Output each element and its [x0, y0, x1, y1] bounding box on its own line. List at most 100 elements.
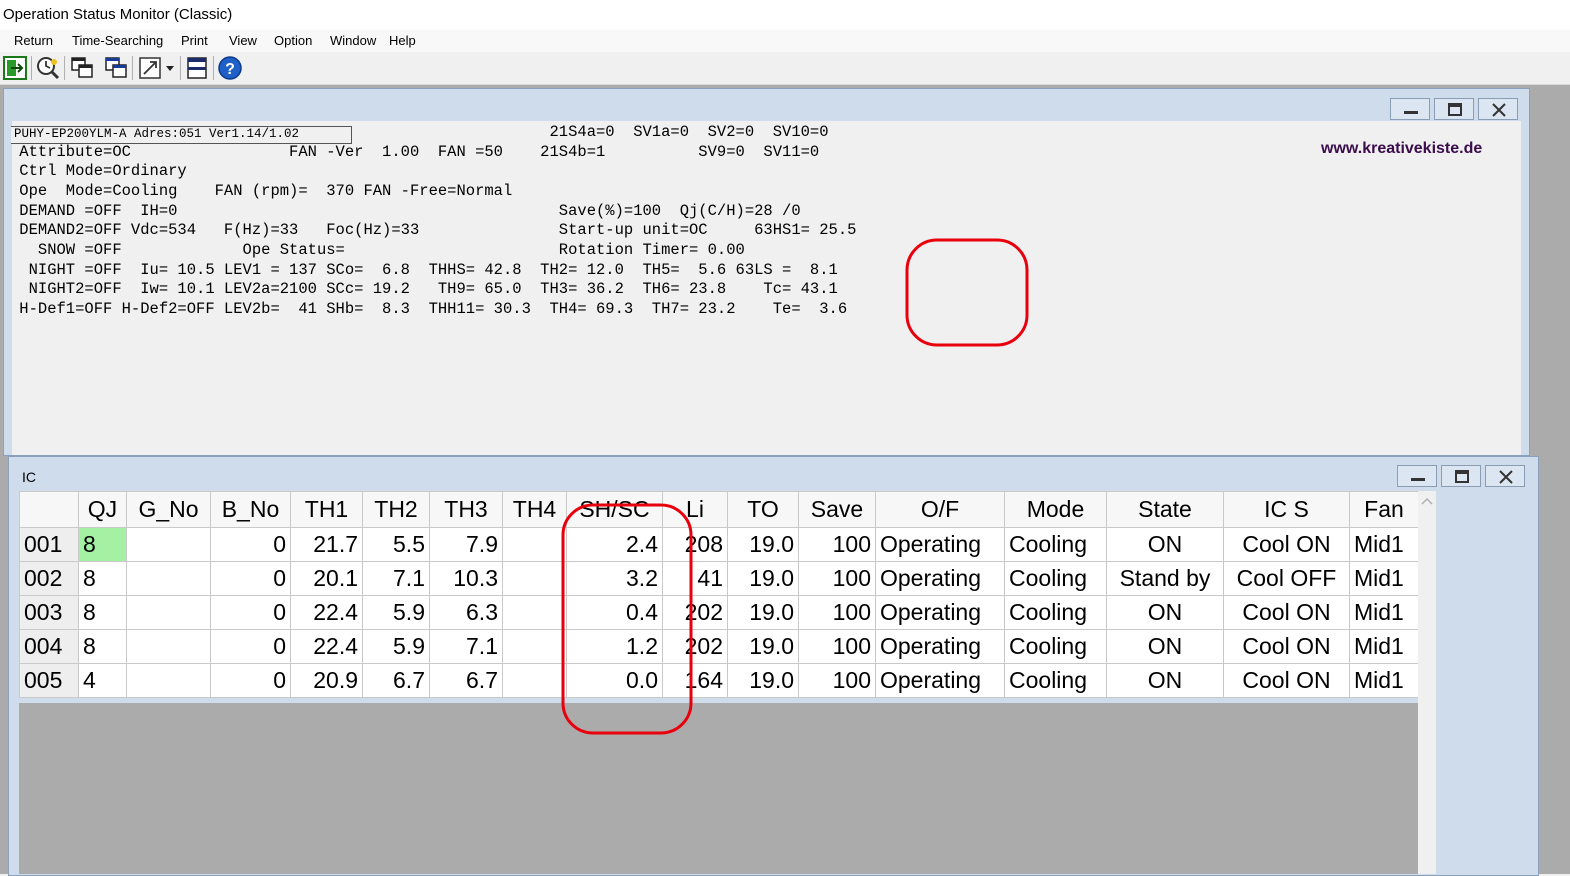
menu-print[interactable]: Print — [181, 33, 208, 48]
grid-cell[interactable]: 10.3 — [429, 561, 503, 596]
grid-cell[interactable]: Cooling — [1004, 663, 1107, 698]
column-header-shsc[interactable]: SH/SC — [566, 491, 663, 528]
time-search-icon[interactable] — [35, 55, 61, 81]
grid-cell[interactable]: 0.0 — [566, 663, 663, 698]
help-icon[interactable]: ? — [217, 55, 243, 81]
table-row[interactable]: 004 8 0 22.4 5.9 7.1 1.2 202 19.0 100 Op… — [19, 629, 1419, 664]
grid-cell[interactable]: Cool ON — [1223, 663, 1350, 698]
grid-cell[interactable]: 6.7 — [429, 663, 503, 698]
grid-cell[interactable]: 100 — [798, 663, 876, 698]
grid-cell[interactable]: 100 — [798, 595, 876, 630]
grid-cell[interactable]: 5.9 — [362, 595, 430, 630]
grid-cell[interactable]: 202 — [662, 595, 728, 630]
column-header-qj[interactable]: QJ — [78, 491, 127, 528]
table-row[interactable]: 001 8 0 21.7 5.5 7.9 2.4 208 19.0 100 Op… — [19, 527, 1419, 562]
menu-view[interactable]: View — [229, 33, 257, 48]
grid-cell[interactable]: 100 — [798, 629, 876, 664]
grid-cell[interactable]: 202 — [662, 629, 728, 664]
grid-cell[interactable]: 0 — [210, 663, 291, 698]
ic-data-grid[interactable]: QJ G_No B_No TH1 TH2 TH3 TH4 SH/SC Li TO… — [19, 491, 1419, 698]
grid-cell[interactable]: Mid1 — [1349, 527, 1419, 562]
grid-cell[interactable]: 100 — [798, 561, 876, 596]
column-header-mode[interactable]: Mode — [1004, 491, 1107, 528]
grid-cell[interactable]: 19.0 — [727, 527, 799, 562]
grid-cell[interactable]: ON — [1106, 595, 1224, 630]
grid-cell[interactable]: ON — [1106, 527, 1224, 562]
grid-cell[interactable]: 8 — [78, 561, 127, 596]
table-row[interactable]: 003 8 0 22.4 5.9 6.3 0.4 202 19.0 100 Op… — [19, 595, 1419, 630]
grid-cell[interactable]: 20.1 — [290, 561, 363, 596]
grid-cell[interactable]: Operating — [875, 663, 1005, 698]
grid-cell[interactable]: 0 — [210, 595, 291, 630]
grid-cell[interactable]: 6.3 — [429, 595, 503, 630]
row-header[interactable]: 005 — [19, 663, 79, 698]
column-header-th4[interactable]: TH4 — [502, 491, 567, 528]
grid-cell[interactable]: Cooling — [1004, 527, 1107, 562]
row-header[interactable]: 004 — [19, 629, 79, 664]
grid-cell[interactable] — [126, 663, 211, 698]
grid-cell[interactable]: 41 — [662, 561, 728, 596]
grid-cell[interactable]: Stand by — [1106, 561, 1224, 596]
restore-button[interactable] — [1434, 98, 1474, 120]
column-header-th1[interactable]: TH1 — [290, 491, 363, 528]
menu-option[interactable]: Option — [274, 33, 312, 48]
grid-cell[interactable] — [502, 561, 567, 596]
column-header-of[interactable]: O/F — [875, 491, 1005, 528]
grid-cell[interactable]: 7.1 — [362, 561, 430, 596]
column-header-state[interactable]: State — [1106, 491, 1224, 528]
grid-cell[interactable]: 4 — [78, 663, 127, 698]
table-row[interactable]: 002 8 0 20.1 7.1 10.3 3.2 41 19.0 100 Op… — [19, 561, 1419, 596]
column-header-li[interactable]: Li — [662, 491, 728, 528]
vertical-scrollbar[interactable] — [1418, 491, 1436, 874]
menu-window[interactable]: Window — [330, 33, 376, 48]
grid-cell[interactable]: 0 — [210, 629, 291, 664]
grid-cell[interactable]: Operating — [875, 527, 1005, 562]
grid-cell[interactable]: 8 — [78, 595, 127, 630]
cascade-windows-icon[interactable] — [103, 55, 129, 81]
grid-cell[interactable]: Operating — [875, 629, 1005, 664]
grid-cell[interactable] — [126, 561, 211, 596]
grid-cell[interactable]: 22.4 — [290, 629, 363, 664]
menu-time-searching[interactable]: Time-Searching — [72, 33, 163, 48]
grid-cell[interactable]: Cool ON — [1223, 595, 1350, 630]
row-header[interactable]: 001 — [19, 527, 79, 562]
close-button[interactable] — [1485, 465, 1525, 487]
grid-cell[interactable]: Cool ON — [1223, 527, 1350, 562]
grid-cell[interactable]: 2.4 — [566, 527, 663, 562]
grid-cell[interactable]: Cooling — [1004, 595, 1107, 630]
grid-cell[interactable] — [126, 527, 211, 562]
split-view-icon[interactable] — [184, 55, 210, 81]
grid-cell[interactable] — [502, 629, 567, 664]
grid-cell[interactable]: 0 — [210, 527, 291, 562]
menu-help[interactable]: Help — [389, 33, 416, 48]
grid-cell[interactable] — [126, 595, 211, 630]
grid-cell[interactable]: 1.2 — [566, 629, 663, 664]
close-button[interactable] — [1478, 98, 1518, 120]
grid-cell[interactable]: Cooling — [1004, 561, 1107, 596]
grid-cell[interactable]: Mid1 — [1349, 629, 1419, 664]
grid-cell[interactable]: Mid1 — [1349, 561, 1419, 596]
copy-window-icon[interactable] — [69, 55, 95, 81]
grid-cell[interactable]: 100 — [798, 527, 876, 562]
column-header-bno[interactable]: B_No — [210, 491, 291, 528]
grid-cell[interactable]: Operating — [875, 561, 1005, 596]
column-header-fan[interactable]: Fan — [1349, 491, 1419, 528]
column-header-th2[interactable]: TH2 — [362, 491, 430, 528]
grid-cell[interactable]: 21.7 — [290, 527, 363, 562]
minimize-button[interactable] — [1397, 465, 1437, 487]
grid-cell[interactable]: 19.0 — [727, 663, 799, 698]
column-header-to[interactable]: TO — [727, 491, 799, 528]
grid-cell-selected[interactable]: 8 — [78, 527, 127, 562]
grid-cell[interactable]: 20.9 — [290, 663, 363, 698]
grid-cell[interactable]: 0 — [210, 561, 291, 596]
dropdown-arrow-icon[interactable] — [163, 55, 177, 81]
row-header[interactable]: 002 — [19, 561, 79, 596]
grid-cell[interactable]: 164 — [662, 663, 728, 698]
grid-cell[interactable]: 19.0 — [727, 629, 799, 664]
grid-cell[interactable]: Cooling — [1004, 629, 1107, 664]
grid-cell[interactable]: Cool OFF — [1223, 561, 1350, 596]
column-header-save[interactable]: Save — [798, 491, 876, 528]
grid-cell[interactable]: ON — [1106, 629, 1224, 664]
grid-cell[interactable]: 7.1 — [429, 629, 503, 664]
grid-cell[interactable]: 5.9 — [362, 629, 430, 664]
